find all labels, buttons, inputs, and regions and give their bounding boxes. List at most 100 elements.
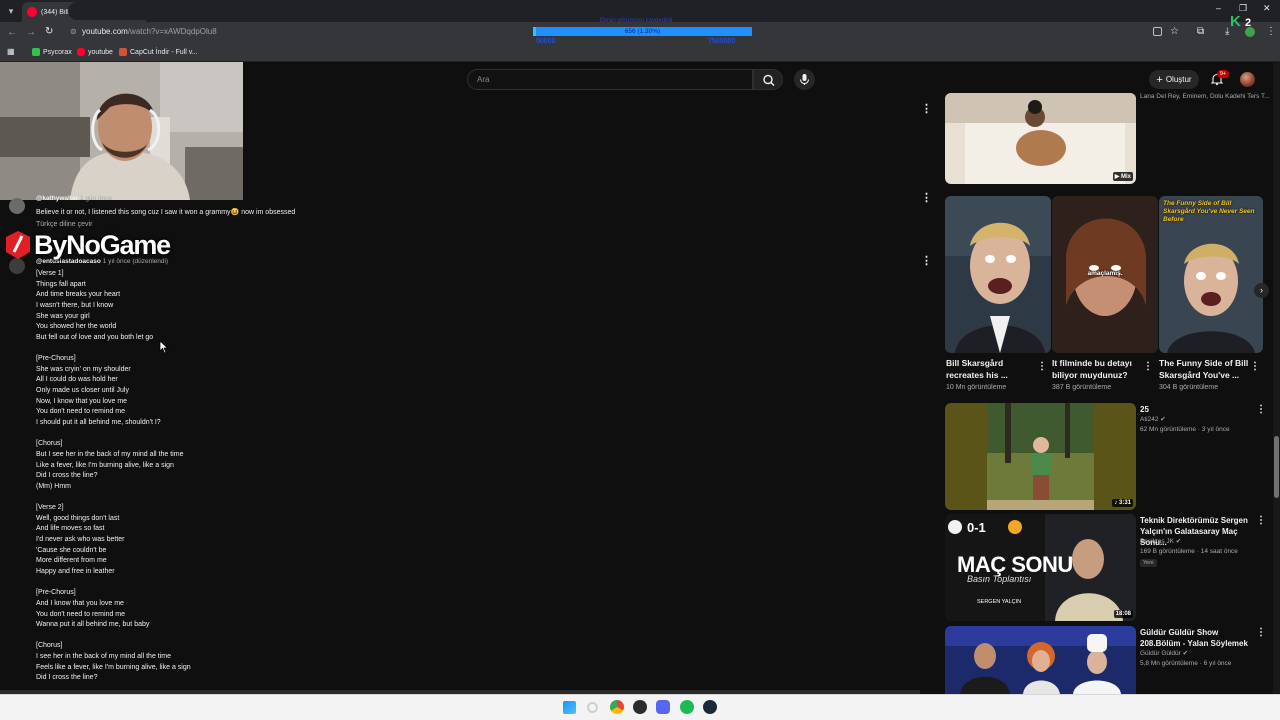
short-title-2[interactable]: It filminde bu detayı biliyor muydunuz? (1052, 358, 1144, 381)
bookmark-capcut[interactable]: CapCut İndir - Full v... (119, 48, 198, 56)
lyric-line: I'd never ask who was better (36, 536, 125, 544)
webcam-overlay (0, 62, 243, 200)
comment-header: @kathywalter 1 gün önce (36, 195, 112, 202)
comment-action-menu-icon[interactable]: ⋮ (921, 193, 932, 204)
comment-author[interactable]: @kathywalter (36, 195, 78, 202)
search-button[interactable] (753, 69, 783, 90)
lyric-line: She was your girl (36, 312, 90, 320)
back-icon[interactable]: ← (7, 27, 17, 38)
lyric-line (36, 343, 336, 354)
shorts-next-chevron-icon[interactable]: › (1254, 283, 1269, 298)
lyric-line (36, 578, 336, 589)
lyric-line: [Pre-Chorus] (36, 355, 76, 363)
video-meta-2: 169 B görüntüleme · 14 saat önce (1140, 548, 1238, 555)
video-title-3[interactable]: Güldür Güldür Show 208.Bölüm - Yalan Söy… (1140, 627, 1252, 649)
mix-video-thumbnail[interactable]: ▶ Mix (945, 93, 1136, 184)
search-taskbar-icon[interactable] (587, 702, 598, 713)
k-badge-letter: K (1230, 13, 1241, 30)
url-host: youtube.com (82, 27, 128, 36)
search-input[interactable] (467, 69, 753, 90)
start-windows-icon[interactable] (563, 701, 576, 714)
lyric-line: More different from me (36, 557, 107, 565)
bookmark-label: CapCut İndir - Full v... (130, 48, 198, 56)
voice-search-button[interactable] (794, 69, 815, 90)
mouse-cursor-icon (159, 340, 169, 354)
discord-icon[interactable] (656, 700, 670, 714)
download-icon[interactable]: ⤓ (1225, 26, 1229, 37)
reload-icon[interactable]: ↻ (45, 26, 53, 37)
short-title-1[interactable]: Bill Skarsgård recreates his ... (946, 358, 1034, 381)
video-duration-1: ♪ 3:31 (1112, 499, 1133, 507)
close-window-icon[interactable]: ✕ (1263, 3, 1271, 14)
video-title-1[interactable]: 25 (1140, 404, 1252, 415)
page-scrollbar[interactable] (1273, 62, 1280, 694)
short-thumbnail-1[interactable] (945, 196, 1051, 353)
video-channel-1[interactable]: Ati242 ✔ (1140, 415, 1166, 425)
lyric-line: But fell out of love and you both let go (36, 333, 154, 341)
k-badge-count: 2 (1245, 17, 1252, 29)
lyric-line: But I see her in the back of my mind all… (36, 450, 184, 458)
comment-avatar[interactable] (9, 198, 25, 214)
bookmark-youtube[interactable]: youtube (77, 48, 113, 56)
short-thumbnail-3[interactable]: The Funny Side of Bill Skarsgård You've … (1159, 196, 1263, 353)
comment-time: 1 gün önce (79, 195, 113, 202)
short-menu-icon[interactable]: ⋮ (1143, 361, 1153, 372)
bynogame-overlay: ByNoGame (5, 228, 171, 262)
chrome-icon[interactable] (610, 700, 624, 714)
apps-grid-icon[interactable]: ▦ (7, 47, 15, 56)
minimize-icon[interactable]: – (1216, 3, 1221, 13)
lyric-line: [Verse 1] (36, 270, 64, 277)
comment-action-menu-icon[interactable]: ⋮ (921, 256, 932, 267)
extensions-icon[interactable]: ⧉ (1197, 26, 1204, 37)
video-menu-icon[interactable]: ⋮ (1256, 404, 1266, 415)
goal-progress-label: 656 (1.30%) (624, 28, 661, 35)
video-channel-2[interactable]: Beşiktaş JK ✔ (1140, 537, 1181, 547)
comment-lyrics: [Verse 1] Things fall apart And time break… (36, 269, 336, 684)
short-thumbnail-image-1 (945, 196, 1051, 353)
site-info-icon[interactable]: ⊜ (70, 27, 77, 36)
lyric-line: And I know that you love me (36, 599, 124, 607)
lyric-line: Now, I know that you love me (36, 397, 128, 405)
lyric-line (36, 631, 336, 642)
video-thumbnail-3[interactable] (945, 626, 1136, 694)
short-title-3[interactable]: The Funny Side of Bill Skarsgård You've … (1159, 358, 1249, 381)
verified-icon: ✔ (1182, 650, 1189, 657)
lyric-line: Did I cross the line? (36, 472, 98, 480)
psycorax-icon (32, 48, 40, 56)
short-thumbnail-2[interactable]: amaçlamış. (1052, 196, 1158, 353)
install-app-icon[interactable] (1153, 27, 1162, 36)
bookmark-star-icon[interactable]: ☆ (1170, 26, 1179, 37)
short-menu-icon[interactable]: ⋮ (1250, 361, 1260, 372)
search-placeholder: Ara (477, 75, 490, 84)
video-thumbnail-2[interactable]: 0-1 MAÇ SONU Basın Toplantısı SERGEN YAL… (945, 514, 1136, 621)
lyric-line: Feels like a fever, like I'm burning ali… (36, 663, 191, 671)
video-menu-icon[interactable]: ⋮ (921, 104, 932, 115)
short-menu-icon[interactable]: ⋮ (1037, 361, 1047, 372)
lyric-line: I wasn't there, but I know (36, 301, 114, 309)
bookmark-psycorax[interactable]: Psycorax (32, 48, 72, 56)
video-channel-3[interactable]: Güldür Güldür ✔ (1140, 649, 1188, 659)
lyric-line: Wanna put it all behind me, but baby (36, 621, 150, 629)
translate-link[interactable]: Türkçe diline çevir (36, 221, 92, 228)
forward-icon[interactable]: → (26, 27, 36, 38)
video-menu-icon[interactable]: ⋮ (1256, 627, 1266, 638)
menu-kebab-icon[interactable]: ⋮ (1266, 26, 1276, 37)
page-scrollbar-thumb[interactable] (1274, 436, 1279, 498)
spotify-icon[interactable] (680, 700, 694, 714)
lyric-line: All I could do was hold her (36, 376, 118, 384)
match-score: 0-1 (967, 520, 986, 535)
video-menu-icon[interactable]: ⋮ (1256, 515, 1266, 526)
account-avatar[interactable] (1240, 72, 1255, 87)
lyric-line (36, 492, 336, 503)
steam-icon[interactable] (703, 700, 717, 714)
lyric-line: (Mm) Hmm (36, 482, 71, 490)
lyric-line: And life moves so fast (36, 525, 105, 533)
lyric-line: [Chorus] (36, 642, 63, 650)
video-thumbnail-1[interactable]: ♪ 3:31 (945, 403, 1136, 510)
obs-icon[interactable] (633, 700, 647, 714)
tab-search-dropdown[interactable]: ▾ (3, 3, 19, 19)
create-button[interactable]: + Oluştur (1149, 70, 1199, 89)
lyric-line: Well, good things don't last (36, 514, 120, 522)
mix-thumbnail-image (945, 93, 1136, 184)
lyric-line: [Chorus] (36, 440, 63, 448)
